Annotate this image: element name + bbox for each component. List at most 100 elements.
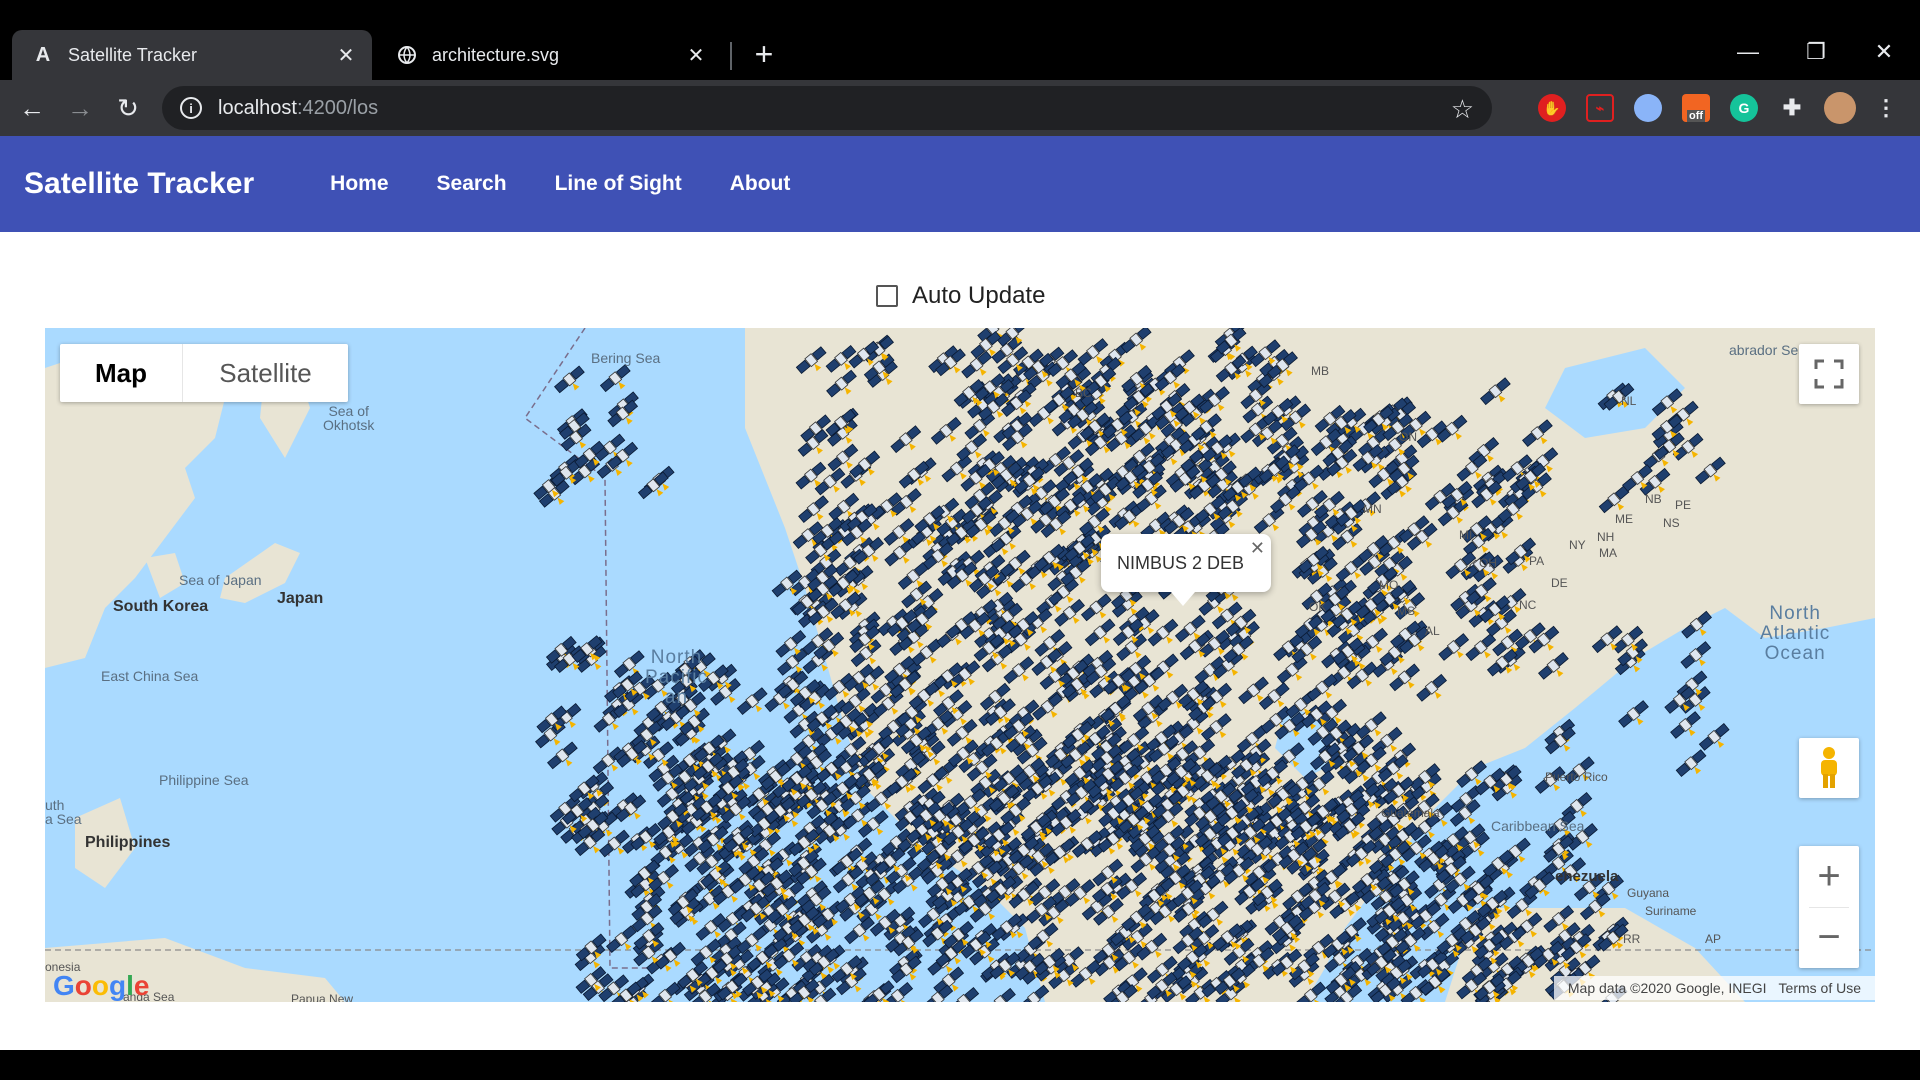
label-north-atlantic: North Atlantic Ocean: [1760, 603, 1831, 664]
pdf-icon[interactable]: ⌁: [1586, 94, 1614, 122]
info-window: NIMBUS 2 DEB ✕: [1101, 534, 1271, 606]
screen-bottom-bar: [0, 1050, 1920, 1080]
label-pa: PA: [1529, 554, 1545, 568]
label-south-korea: South Korea: [113, 598, 209, 615]
adblock-icon[interactable]: ✋: [1538, 94, 1566, 122]
satellite-marker[interactable]: [1618, 700, 1653, 734]
new-tab-icon[interactable]: +: [748, 36, 780, 72]
extension-off-icon[interactable]: off: [1682, 94, 1710, 122]
back-icon[interactable]: ←: [14, 90, 50, 126]
satellite-marker[interactable]: [1698, 722, 1734, 757]
satellite-marker[interactable]: [985, 987, 1020, 1002]
satellite-marker[interactable]: [1675, 749, 1711, 783]
map-type-control: Map Satellite: [60, 344, 348, 402]
tab-satellite-tracker[interactable]: A Satellite Tracker ✕: [12, 30, 372, 80]
map-type-satellite-button[interactable]: Satellite: [182, 344, 348, 402]
fullscreen-button[interactable]: [1799, 344, 1859, 404]
app-page: Satellite Tracker Home Search Line of Si…: [0, 136, 1920, 1050]
label-puerto-rico: Puerto Rico: [1545, 770, 1608, 784]
label-south-china-sea: uth a Sea: [45, 797, 82, 827]
label-venezuela: enezuela: [1555, 868, 1619, 885]
reload-icon[interactable]: ↻: [110, 90, 146, 126]
label-ns: NS: [1663, 516, 1680, 530]
satellite-marker[interactable]: [547, 741, 582, 775]
label-japan: Japan: [277, 590, 324, 607]
map-canvas[interactable]: [45, 328, 1875, 1002]
terms-of-use-link[interactable]: Terms of Use: [1779, 980, 1861, 996]
satellite-marker[interactable]: [599, 364, 635, 398]
label-caribbean: Caribbean Sea: [1491, 818, 1585, 834]
bookmark-star-icon[interactable]: ☆: [1451, 94, 1474, 125]
close-icon[interactable]: ✕: [682, 41, 710, 69]
label-bc: BC: [1075, 386, 1092, 400]
close-icon[interactable]: ✕: [1250, 538, 1265, 559]
label-guyana: Guyana: [1627, 886, 1670, 900]
label-okhotsk: Sea of Okhotsk: [323, 403, 375, 433]
label-ma: MA: [1599, 546, 1617, 560]
minimize-icon[interactable]: —: [1728, 32, 1768, 72]
label-nl: NL: [1621, 394, 1637, 408]
auto-update-toggle[interactable]: Auto Update: [876, 282, 1045, 310]
auto-update-checkbox[interactable]: [876, 285, 898, 307]
zoom-out-icon[interactable]: −: [1799, 908, 1859, 968]
label-mn: MN: [1363, 502, 1382, 516]
label-nb: NB: [1645, 492, 1662, 506]
label-philippines: Philippines: [85, 834, 171, 851]
tab-title: Satellite Tracker: [68, 44, 198, 65]
satellite-marker[interactable]: [1670, 711, 1705, 745]
label-north-pacific: North Pacific an: [645, 647, 708, 708]
tab-separator: [730, 42, 732, 70]
label-bering-sea: Bering Sea: [591, 350, 661, 366]
label-sea-of-japan: Sea of Japan: [179, 572, 262, 588]
label-rr: RR: [1623, 932, 1641, 946]
zoom-in-icon[interactable]: +: [1799, 847, 1859, 907]
nav-home[interactable]: Home: [330, 172, 388, 196]
label-philippine-sea: Philippine Sea: [159, 772, 249, 788]
nav-line-of-sight[interactable]: Line of Sight: [555, 172, 682, 196]
label-ny: NY: [1569, 538, 1586, 552]
label-nc: NC: [1519, 598, 1537, 612]
label-papua: Papua New: [291, 992, 354, 1002]
label-mo: MO: [1379, 578, 1399, 592]
label-guatemala: Guatemala: [1381, 806, 1440, 820]
puzzle-icon[interactable]: ✚: [1778, 94, 1806, 122]
street-view-pegman-button[interactable]: [1799, 738, 1859, 798]
info-window-title: NIMBUS 2 DEB: [1117, 552, 1245, 573]
privacy-icon[interactable]: [1634, 94, 1662, 122]
label-east-china-sea: East China Sea: [101, 668, 199, 684]
nav-about[interactable]: About: [730, 172, 791, 196]
label-suriname: Suriname: [1645, 904, 1697, 918]
app-toolbar: Satellite Tracker Home Search Line of Si…: [0, 136, 1920, 232]
label-ap: AP: [1705, 932, 1722, 946]
satellite-marker[interactable]: [1680, 641, 1715, 675]
label-pe: PE: [1675, 498, 1692, 512]
label-me: ME: [1615, 512, 1633, 526]
forward-icon[interactable]: →: [62, 90, 98, 126]
close-icon[interactable]: ✕: [332, 41, 360, 69]
restore-icon[interactable]: ❐: [1796, 32, 1836, 72]
map-type-map-button[interactable]: Map: [60, 344, 182, 402]
pegman-icon: [1821, 747, 1837, 788]
label-ms: MS: [1397, 604, 1415, 618]
grammarly-icon[interactable]: G: [1730, 94, 1758, 122]
window-close-icon[interactable]: ✕: [1864, 32, 1904, 72]
zoom-control: + −: [1799, 846, 1859, 968]
address-bar[interactable]: i localhost :4200/los ☆: [162, 86, 1492, 130]
info-icon[interactable]: i: [180, 97, 202, 119]
label-de: DE: [1551, 576, 1568, 590]
nav-search[interactable]: Search: [437, 172, 507, 196]
profile-avatar[interactable]: [1824, 92, 1856, 124]
google-map[interactable]: Bering Sea Sea of Okhotsk Sea of Japan J…: [45, 328, 1875, 1002]
label-on: ON: [1399, 430, 1417, 444]
satellite-marker[interactable]: [554, 365, 589, 399]
fullscreen-icon: [1814, 359, 1844, 389]
label-labrador-sea: abrador Sea: [1729, 342, 1807, 358]
label-mi: MI: [1459, 528, 1473, 542]
map-data-text: Map data ©2020 Google, INEGI: [1567, 980, 1767, 996]
tab-architecture[interactable]: architecture.svg ✕: [376, 30, 722, 80]
label-oh: OH: [1479, 556, 1497, 570]
angular-icon: A: [35, 43, 51, 66]
menu-kebab-icon[interactable]: ⋮: [1872, 94, 1900, 122]
label-al: AL: [1425, 624, 1440, 638]
google-logo[interactable]: Google: [53, 970, 149, 1002]
